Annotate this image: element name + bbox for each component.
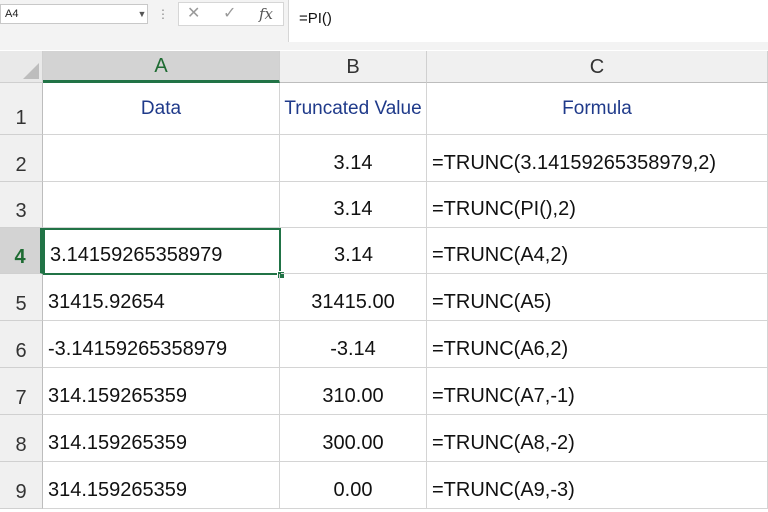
row-header-1[interactable]: 1 [0,83,43,135]
cell-b7[interactable]: 310.00 [280,368,427,415]
select-all-corner[interactable] [0,51,43,83]
row-header-3[interactable]: 3 [0,182,43,228]
cell-b4[interactable]: 3.14 [281,228,427,274]
row-header-5[interactable]: 5 [0,274,43,321]
cell-a1[interactable]: Data [43,83,280,135]
cell-b9[interactable]: 0.00 [280,462,427,509]
cell-c5[interactable]: =TRUNC(A5) [427,274,768,321]
insert-function-icon[interactable]: fx [259,4,273,24]
cell-b2[interactable]: 3.14 [280,135,427,182]
row-header-8[interactable]: 8 [0,415,43,462]
formula-buttons: ✕ ✓ fx [178,2,284,26]
cell-a7[interactable]: 314.159265359 [43,368,280,415]
more-options-icon[interactable]: ⋮ [157,4,169,24]
cell-a5[interactable]: 31415.92654 [43,274,280,321]
column-header-a[interactable]: A [43,51,280,83]
cell-b6[interactable]: -3.14 [280,321,427,368]
row-header-6[interactable]: 6 [0,321,43,368]
formula-input[interactable]: =PI() [288,0,768,42]
cell-a6[interactable]: -3.14159265358979 [43,321,280,368]
enter-icon[interactable]: ✓ [223,4,236,24]
cell-c8[interactable]: =TRUNC(A8,-2) [427,415,768,462]
name-box[interactable]: A4 [0,4,148,24]
cell-b3[interactable]: 3.14 [280,182,427,228]
cell-a9[interactable]: 314.159265359 [43,462,280,509]
cell-b5[interactable]: 31415.00 [280,274,427,321]
cell-a3[interactable] [43,182,280,228]
select-all-triangle-icon [23,63,39,79]
cell-c4[interactable]: =TRUNC(A4,2) [427,228,768,274]
row-header-9[interactable]: 9 [0,462,43,509]
row-header-2[interactable]: 2 [0,135,43,182]
cell-c9[interactable]: =TRUNC(A9,-3) [427,462,768,509]
column-header-c[interactable]: C [427,51,768,83]
cell-c3[interactable]: =TRUNC(PI(),2) [427,182,768,228]
cell-c6[interactable]: =TRUNC(A6,2) [427,321,768,368]
cell-c2[interactable]: =TRUNC(3.14159265358979,2) [427,135,768,182]
cell-a2[interactable] [43,135,280,182]
name-box-dropdown-icon[interactable]: ▼ [136,4,148,24]
cancel-icon[interactable]: ✕ [187,4,200,24]
cell-a8[interactable]: 314.159265359 [43,415,280,462]
row-header-4[interactable]: 4 [0,228,43,274]
cell-a4[interactable]: 3.14159265358979 [43,228,281,275]
cell-c1[interactable]: Formula [427,83,768,135]
cell-b8[interactable]: 300.00 [280,415,427,462]
cell-c7[interactable]: =TRUNC(A7,-1) [427,368,768,415]
column-header-b[interactable]: B [280,51,427,83]
formula-bar: A4 ▼ ⋮ ✕ ✓ fx =PI() [0,0,768,50]
row-header-7[interactable]: 7 [0,368,43,415]
cell-b1[interactable]: Truncated Value [280,83,427,135]
